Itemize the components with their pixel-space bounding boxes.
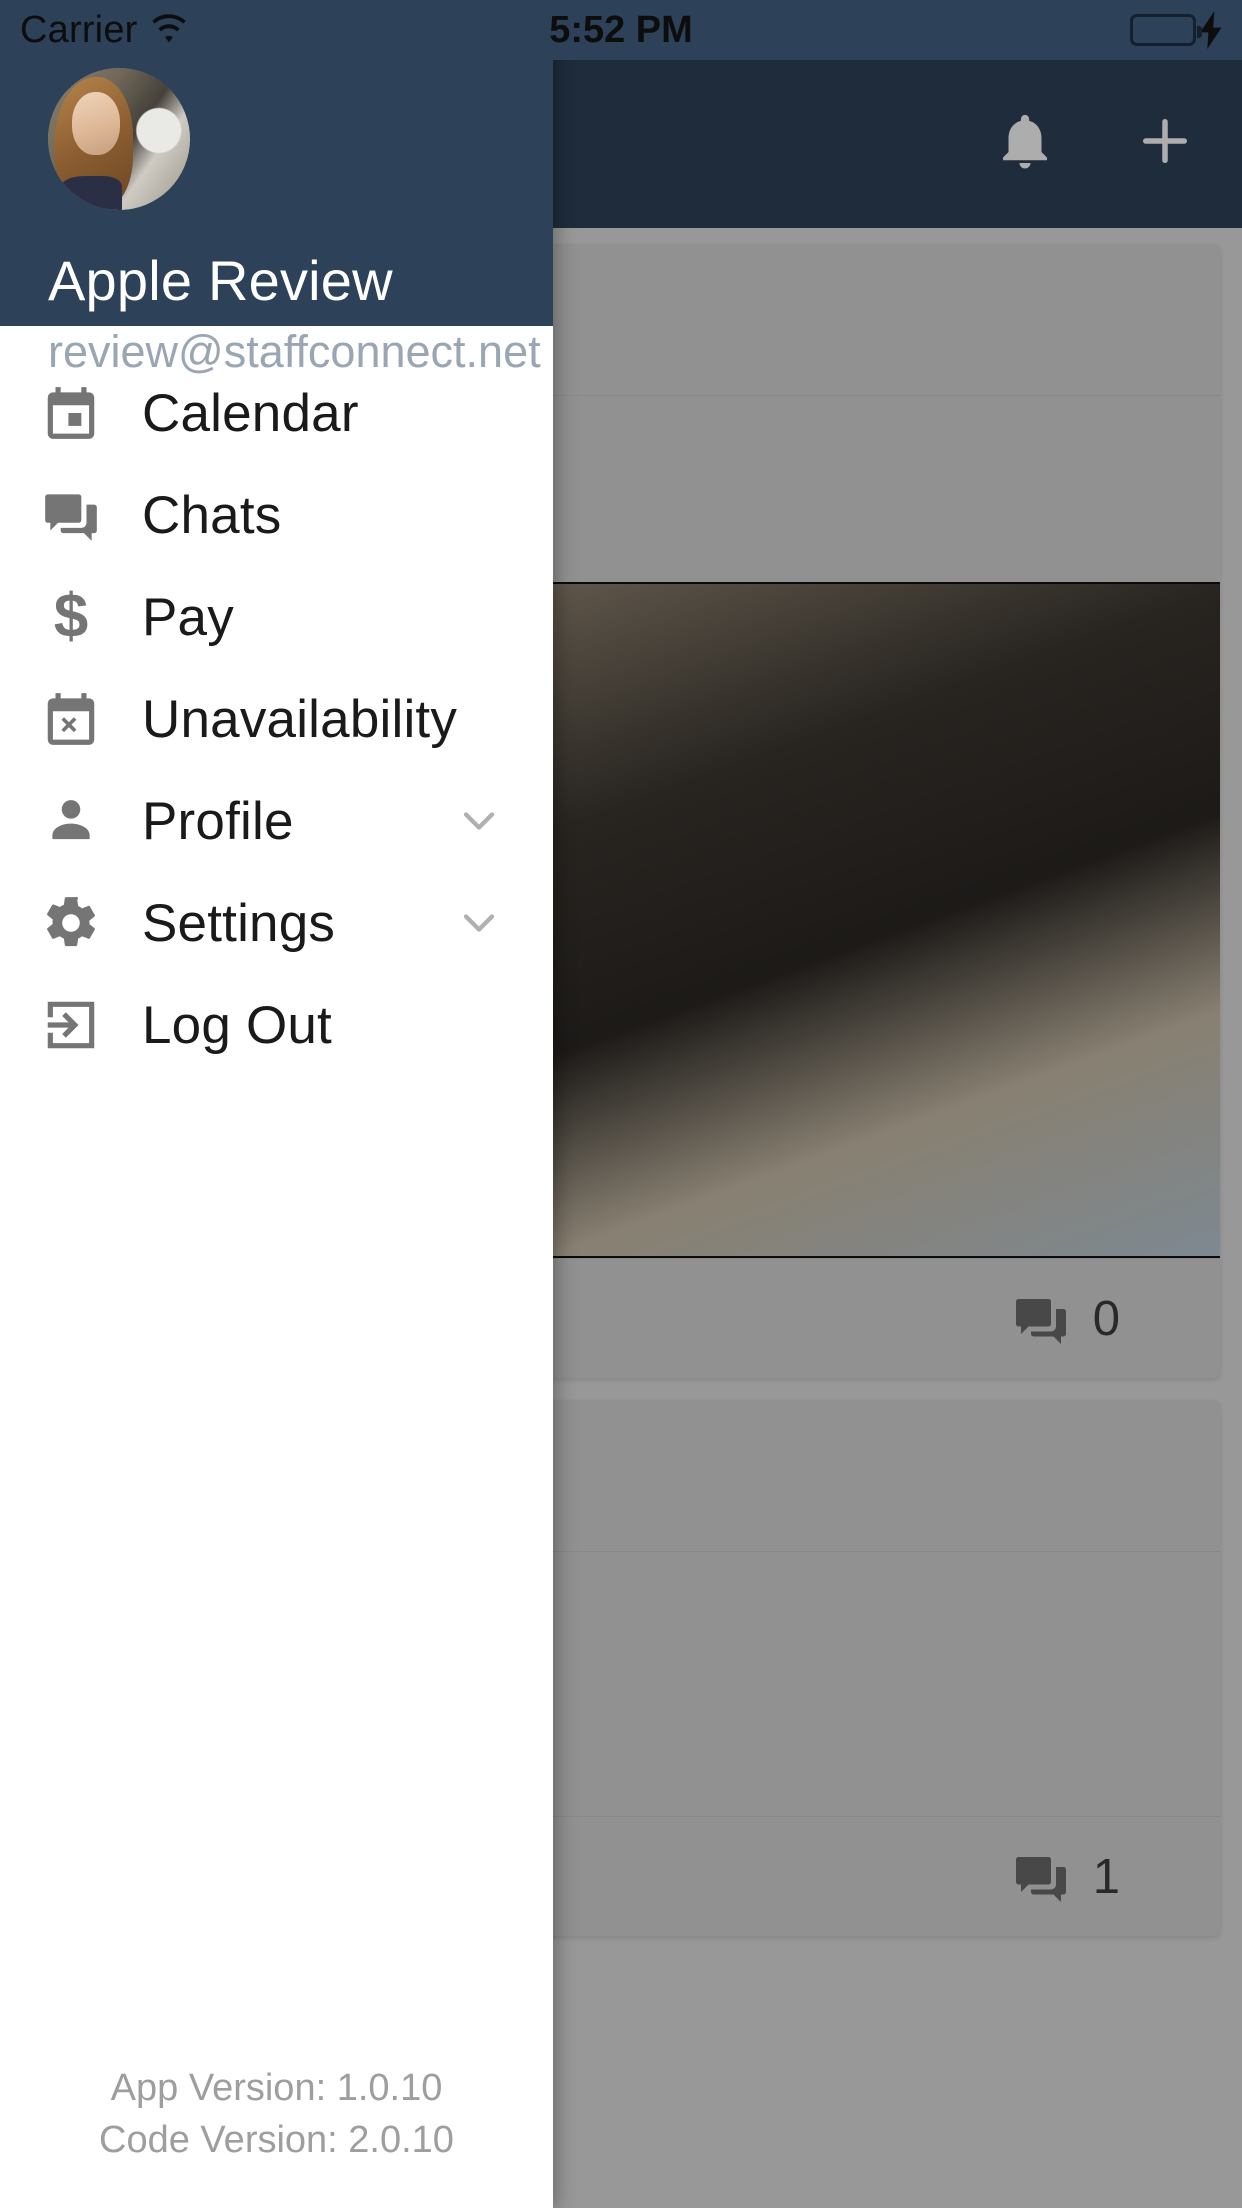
menu-item-unavailability[interactable]: Unavailability — [0, 668, 553, 770]
menu-item-label: Calendar — [142, 383, 359, 443]
status-bar: Carrier 5:52 PM — [0, 0, 1242, 60]
calendar-icon — [0, 382, 142, 444]
chevron-down-icon[interactable] — [453, 795, 523, 847]
menu-item-label: Unavailability — [142, 689, 458, 749]
forum-chat-icon — [0, 484, 142, 546]
exit-to-app-icon — [0, 994, 142, 1056]
calendar-busy-icon — [0, 688, 142, 750]
drawer-menu: Calendar Chats $ Pay Unavailability Prof… — [0, 326, 553, 2062]
menu-item-label: Log Out — [142, 995, 332, 1055]
menu-item-label: Pay — [142, 587, 234, 647]
clock-label: 5:52 PM — [549, 8, 693, 51]
gear-icon — [0, 892, 142, 954]
status-bar-center: 5:52 PM — [0, 0, 1242, 60]
navigation-drawer: Apple Review review@staffconnect.net Cal… — [0, 0, 553, 2208]
menu-item-profile[interactable]: Profile — [0, 770, 553, 872]
avatar-photo-face — [72, 92, 121, 155]
chevron-down-icon[interactable] — [453, 897, 523, 949]
menu-item-label: Chats — [142, 485, 282, 545]
menu-item-label: Profile — [142, 791, 294, 851]
menu-item-log-out[interactable]: Log Out — [0, 974, 553, 1076]
menu-item-chats[interactable]: Chats — [0, 464, 553, 566]
code-version-label: Code Version: 2.0.10 — [99, 2119, 454, 2161]
person-icon — [0, 790, 142, 852]
battery-full-icon — [1130, 14, 1202, 46]
app-screen: fice today! Can't wait ng campaign that … — [0, 0, 1242, 2208]
user-name: Apple Review — [48, 249, 393, 312]
menu-item-pay[interactable]: $ Pay — [0, 566, 553, 668]
menu-item-settings[interactable]: Settings — [0, 872, 553, 974]
dollar-glyph: $ — [53, 582, 89, 651]
dollar-sign-icon: $ — [0, 586, 142, 648]
drawer-footer: App Version: 1.0.10 Code Version: 2.0.10 — [0, 2062, 553, 2208]
menu-item-label: Settings — [142, 893, 336, 953]
app-version-label: App Version: 1.0.10 — [110, 2067, 443, 2109]
avatar[interactable] — [48, 68, 190, 210]
status-bar-right — [1130, 0, 1224, 60]
menu-item-calendar[interactable]: Calendar — [0, 362, 553, 464]
lightning-bolt-icon — [1200, 11, 1224, 49]
avatar-photo-body — [59, 175, 122, 210]
